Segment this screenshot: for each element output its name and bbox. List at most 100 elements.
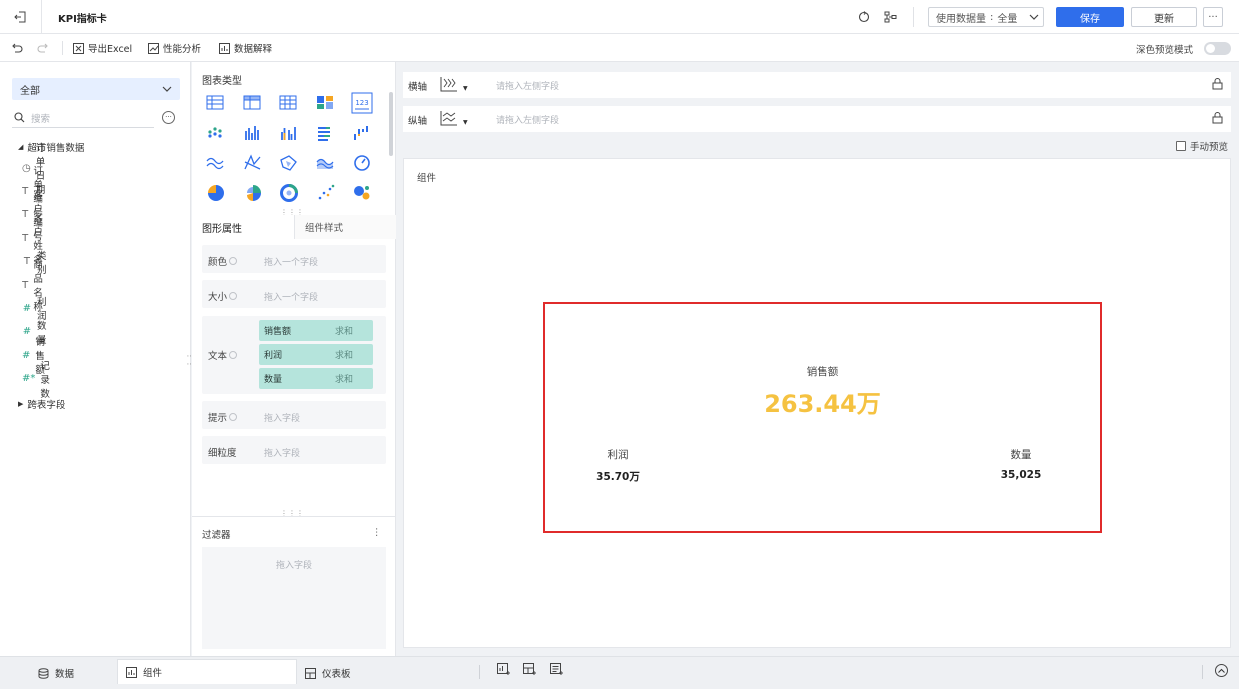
component-canvas[interactable]: 组件 销售额 263.44万 利润 35.70万 数量 35,025 xyxy=(403,158,1231,648)
chart-types-title: 图表类型 xyxy=(202,76,242,87)
prop-size-dropzone[interactable]: 大小 拖入一个字段 xyxy=(202,280,386,308)
exit-icon[interactable] xyxy=(8,8,32,26)
caret-down-icon[interactable]: ▼ xyxy=(463,85,468,92)
tab-component-style[interactable]: 组件样式 xyxy=(294,215,396,239)
manual-preview-checkbox[interactable]: 手动预览 xyxy=(1176,139,1228,153)
data-volume-value: 全量 xyxy=(997,13,1018,25)
line-icon[interactable] xyxy=(205,152,227,174)
number-field-icon: # xyxy=(22,302,32,314)
text-field-chip[interactable]: 数量 求和 xyxy=(259,368,373,389)
add-component-icon[interactable] xyxy=(497,663,510,676)
more-button[interactable]: ··· xyxy=(1203,7,1223,27)
stacked-bar-icon[interactable] xyxy=(315,122,337,144)
filter-placeholder: 拖入字段 xyxy=(275,561,312,571)
prop-color-dropzone[interactable]: 颜色 拖入一个字段 xyxy=(202,245,386,273)
caret-down-icon[interactable]: ▼ xyxy=(463,119,468,126)
data-explain-button[interactable]: 数据解释 xyxy=(219,41,272,55)
performance-analysis-button[interactable]: 性能分析 xyxy=(148,41,201,55)
rose-icon[interactable] xyxy=(242,182,264,204)
x-axis-dropzone[interactable]: 横轴 ▼ 请拖入左侧字段 xyxy=(403,72,1231,98)
filter-dropzone[interactable]: 拖入字段 xyxy=(202,547,386,649)
chevron-down-icon xyxy=(1029,14,1039,20)
export-excel-button[interactable]: 导出Excel xyxy=(73,41,132,55)
prop-size-placeholder: 拖入一个字段 xyxy=(264,293,319,303)
more-options-icon[interactable]: ··· xyxy=(162,111,175,124)
filter-more-icon[interactable]: ⋮ xyxy=(372,527,382,538)
dataset-select-value: 全部 xyxy=(20,85,40,97)
text-field-chip[interactable]: 利润 求和 xyxy=(259,344,373,365)
count-field-icon: #* xyxy=(22,373,36,385)
field-item[interactable]: #* 记录数 xyxy=(22,361,51,400)
waterfall-icon[interactable] xyxy=(351,122,373,144)
field-item[interactable]: T 客户姓名 xyxy=(22,213,51,266)
field-item[interactable]: T 商品名称 xyxy=(22,260,51,313)
structure-icon[interactable] xyxy=(881,8,899,26)
kpi-card[interactable]: 销售额 263.44万 利润 35.70万 数量 35,025 xyxy=(543,302,1102,533)
donut-icon[interactable] xyxy=(278,182,300,204)
detail-table-icon[interactable] xyxy=(278,92,300,114)
tree-node-label: 跨表字段 xyxy=(27,400,66,411)
map-icon[interactable] xyxy=(278,152,300,174)
pie-icon[interactable] xyxy=(205,182,227,204)
performance-analysis-label: 性能分析 xyxy=(163,44,202,55)
field-item[interactable]: # 利润 xyxy=(22,297,51,322)
tab-data-label: 数据 xyxy=(55,669,75,680)
prop-text-label: 文本 xyxy=(208,348,238,362)
dot-column-icon[interactable] xyxy=(205,122,227,144)
prop-granularity-placeholder: 拖入字段 xyxy=(264,449,301,459)
gauge-icon[interactable] xyxy=(351,152,373,174)
add-report-icon[interactable] xyxy=(550,663,563,676)
prop-tooltip-dropzone[interactable]: 提示 拖入字段 xyxy=(202,401,386,429)
text-field-icon: T xyxy=(23,256,31,268)
redo-icon[interactable] xyxy=(34,39,52,57)
tab-data[interactable]: 数据 xyxy=(38,661,74,685)
add-dashboard-icon[interactable] xyxy=(523,663,536,676)
scatter-icon[interactable] xyxy=(315,182,337,204)
tree-node-dataset[interactable]: ◢ 超市销售数据 xyxy=(18,139,84,155)
y-axis-placeholder: 请拖入左侧字段 xyxy=(496,116,560,126)
refresh-icon[interactable] xyxy=(855,8,873,26)
tree-node-cross-table[interactable]: ▶ 跨表字段 xyxy=(18,396,65,412)
number-field-icon: # xyxy=(22,349,31,361)
database-icon xyxy=(38,667,49,679)
save-button[interactable]: 保存 xyxy=(1056,7,1124,27)
x-axis-icon[interactable] xyxy=(440,76,458,92)
treemap-icon[interactable] xyxy=(315,92,337,114)
tab-dashboard[interactable]: 仪表板 xyxy=(305,661,351,685)
bottom-tab-bar: 数据 组件 仪表板 xyxy=(0,656,1239,689)
update-button[interactable]: 更新 xyxy=(1131,7,1197,27)
kpi-card-icon[interactable]: 123 xyxy=(351,92,373,114)
cross-table-icon[interactable] xyxy=(242,92,264,114)
table-icon[interactable] xyxy=(205,92,227,114)
data-volume-select[interactable]: 使用数据量: 全量 xyxy=(928,7,1044,27)
text-field-chip[interactable]: 销售额 求和 xyxy=(259,320,373,341)
text-field-icon: T xyxy=(22,279,29,291)
prop-text-dropzone[interactable]: 文本 销售额 求和 利润 求和 数量 求和 xyxy=(202,316,386,394)
area-icon[interactable] xyxy=(315,152,337,174)
field-search-input[interactable]: 搜索 xyxy=(12,108,154,128)
scrollbar[interactable] xyxy=(389,92,393,156)
number-field-icon: # xyxy=(22,326,32,338)
prop-size-label: 大小 xyxy=(208,289,238,303)
y-axis-icon[interactable] xyxy=(440,110,458,126)
kpi-right-label: 数量 xyxy=(1010,449,1032,461)
prop-tooltip-placeholder: 拖入字段 xyxy=(264,414,301,424)
dark-mode-toggle[interactable] xyxy=(1204,42,1231,55)
grouped-bar-icon[interactable] xyxy=(278,122,300,144)
divider xyxy=(41,0,42,34)
tab-component[interactable]: 组件 xyxy=(117,659,297,684)
radar-icon[interactable] xyxy=(242,152,264,174)
collapse-up-icon[interactable] xyxy=(1215,664,1228,677)
y-axis-dropzone[interactable]: 纵轴 ▼ 请拖入左侧字段 xyxy=(403,106,1231,132)
lock-icon[interactable] xyxy=(1212,112,1223,124)
filter-section: 过滤器 ⋮ 拖入字段 xyxy=(192,516,396,656)
dataset-select[interactable]: 全部 xyxy=(12,78,180,100)
lock-icon[interactable] xyxy=(1212,78,1223,90)
tab-graphic-properties[interactable]: 图形属性 xyxy=(192,215,294,239)
canvas-label: 组件 xyxy=(417,173,437,184)
manual-preview-label: 手动预览 xyxy=(1190,142,1229,153)
multi-bar-icon[interactable] xyxy=(242,122,264,144)
bubble-icon[interactable] xyxy=(351,182,373,204)
undo-icon[interactable] xyxy=(8,39,26,57)
prop-granularity-dropzone[interactable]: 细粒度 拖入字段 xyxy=(202,436,386,464)
